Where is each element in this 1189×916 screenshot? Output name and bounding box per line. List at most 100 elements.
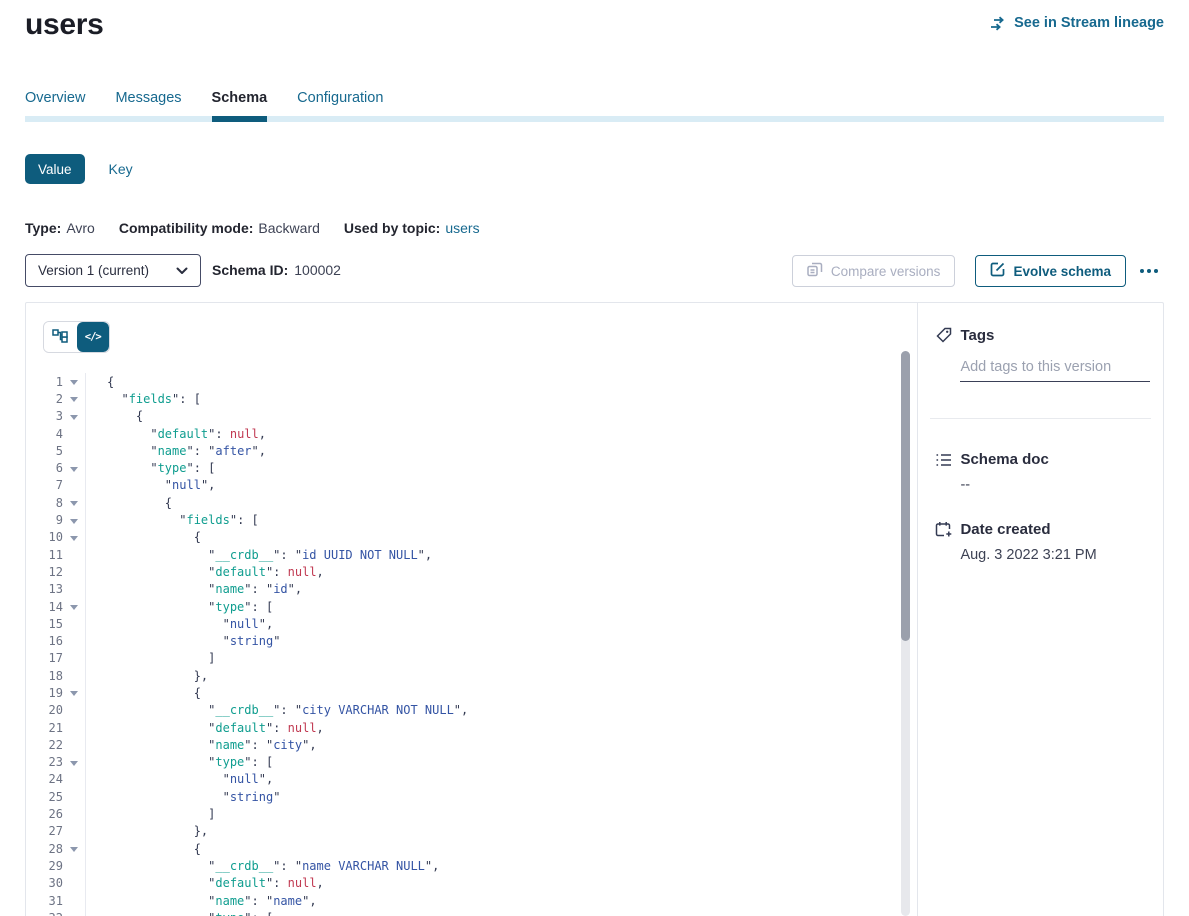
line-number: 29 [26, 859, 63, 873]
tabs: Overview Messages Schema Configuration [25, 90, 383, 122]
line-number: 23 [26, 755, 63, 769]
fold-gutter[interactable] [63, 529, 85, 546]
fold-gutter [63, 857, 85, 874]
fold-gutter[interactable] [63, 459, 85, 476]
schema-doc-title: Schema doc [960, 451, 1048, 468]
code-line: 14 "type": [ [26, 598, 897, 615]
line-number: 10 [26, 530, 63, 544]
line-number: 28 [26, 842, 63, 856]
date-created-value: Aug. 3 2022 3:21 PM [960, 547, 1163, 563]
fold-arrow-icon[interactable] [70, 536, 78, 541]
line-number: 15 [26, 617, 63, 631]
fold-gutter [63, 477, 85, 494]
fold-gutter[interactable] [63, 598, 85, 615]
tab-messages[interactable]: Messages [115, 90, 181, 122]
fold-arrow-icon[interactable] [70, 415, 78, 420]
version-dropdown-value: Version 1 (current) [38, 263, 149, 278]
fold-gutter[interactable] [63, 511, 85, 528]
code-line: 27 }, [26, 823, 897, 840]
line-number: 13 [26, 582, 63, 596]
line-number: 25 [26, 790, 63, 804]
fold-arrow-icon[interactable] [70, 691, 78, 696]
evolve-schema-label: Evolve schema [1013, 264, 1111, 279]
line-number: 5 [26, 444, 63, 458]
fold-gutter [63, 546, 85, 563]
line-number: 14 [26, 600, 63, 614]
fold-arrow-icon[interactable] [70, 605, 78, 610]
compare-versions-button[interactable]: Compare versions [792, 255, 956, 287]
schema-id-label: Schema ID: [212, 262, 288, 278]
compare-versions-label: Compare versions [831, 264, 941, 279]
editor-scrollbar-thumb[interactable] [901, 351, 910, 641]
version-dropdown[interactable]: Version 1 (current) [25, 254, 201, 287]
fold-gutter[interactable] [63, 909, 85, 916]
code-text: { [85, 373, 114, 390]
fold-gutter[interactable] [63, 684, 85, 701]
key-toggle-link[interactable]: Key [109, 161, 133, 177]
fold-gutter[interactable] [63, 390, 85, 407]
tags-title: Tags [960, 327, 994, 344]
code-text: "type": [ [85, 909, 273, 916]
fold-gutter [63, 805, 85, 822]
code-line: 25 "string" [26, 788, 897, 805]
fold-gutter[interactable] [63, 494, 85, 511]
code-text: "__crdb__": "id UUID NOT NULL", [85, 546, 432, 563]
edit-square-icon [990, 262, 1005, 280]
fold-gutter[interactable] [63, 840, 85, 857]
code-view-icon: </> [85, 331, 101, 343]
code-line: 2 "fields": [ [26, 390, 897, 407]
fold-gutter [63, 892, 85, 909]
fold-gutter[interactable] [63, 754, 85, 771]
tab-overview[interactable]: Overview [25, 90, 85, 122]
value-toggle-button[interactable]: Value [25, 154, 85, 184]
line-number: 7 [26, 478, 63, 492]
tree-view-button[interactable] [44, 322, 77, 352]
fold-arrow-icon[interactable] [70, 380, 78, 385]
code-line: 30 "default": null, [26, 875, 897, 892]
fold-gutter [63, 875, 85, 892]
evolve-schema-button[interactable]: Evolve schema [975, 255, 1126, 287]
code-line: 12 "default": null, [26, 563, 897, 580]
fold-arrow-icon[interactable] [70, 397, 78, 402]
line-number: 20 [26, 703, 63, 717]
code-text: "name": "city", [85, 736, 317, 753]
code-line: 32 "type": [ [26, 909, 897, 916]
code-line: 11 "__crdb__": "id UUID NOT NULL", [26, 546, 897, 563]
code-text: "string" [85, 632, 280, 649]
fold-gutter [63, 823, 85, 840]
used-by-topic-link[interactable]: users [445, 220, 479, 236]
see-in-stream-lineage-label: See in Stream lineage [1014, 15, 1164, 31]
fold-arrow-icon[interactable] [70, 501, 78, 506]
fold-gutter [63, 425, 85, 442]
fold-arrow-icon[interactable] [70, 761, 78, 766]
code-text: { [85, 494, 172, 511]
line-number: 2 [26, 392, 63, 406]
code-line: 23 "type": [ [26, 754, 897, 771]
schema-doc-value: -- [960, 477, 1163, 493]
tags-input[interactable] [960, 357, 1150, 382]
code-text: { [85, 408, 143, 425]
fold-arrow-icon[interactable] [70, 519, 78, 524]
fold-gutter[interactable] [63, 408, 85, 425]
fold-gutter [63, 442, 85, 459]
line-number: 31 [26, 894, 63, 908]
code-view-button[interactable]: </> [77, 322, 110, 352]
line-number: 4 [26, 427, 63, 441]
fold-gutter[interactable] [63, 373, 85, 390]
compare-versions-icon [807, 262, 823, 280]
code-text: "default": null, [85, 563, 324, 580]
tab-configuration[interactable]: Configuration [297, 90, 383, 122]
fold-gutter [63, 771, 85, 788]
tab-schema[interactable]: Schema [212, 90, 268, 122]
fold-arrow-icon[interactable] [70, 467, 78, 472]
more-options-button[interactable] [1134, 255, 1164, 287]
see-in-stream-lineage-link[interactable]: See in Stream lineage [990, 15, 1164, 31]
code-text: }, [85, 667, 208, 684]
code-text: "default": null, [85, 719, 324, 736]
date-created-title: Date created [960, 521, 1050, 538]
line-number: 30 [26, 876, 63, 890]
code-line: 19 { [26, 684, 897, 701]
code-line: 1{ [26, 373, 897, 390]
code-line: 29 "__crdb__": "name VARCHAR NULL", [26, 857, 897, 874]
fold-arrow-icon[interactable] [70, 847, 78, 852]
